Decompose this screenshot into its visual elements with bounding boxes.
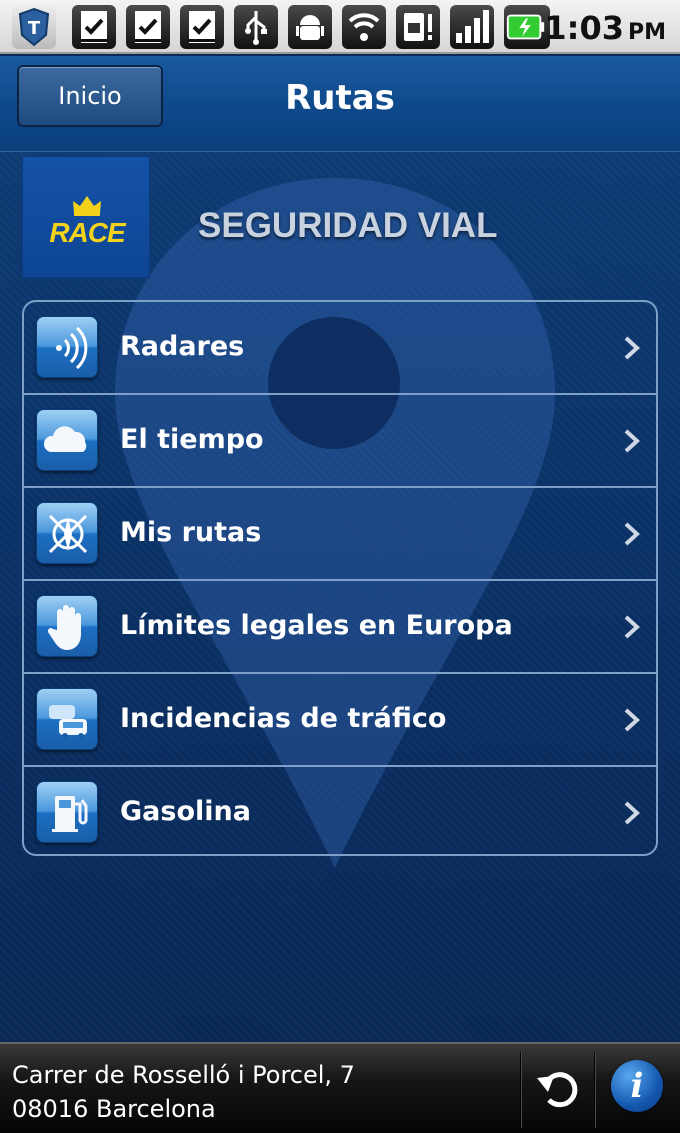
hand-icon <box>36 595 98 657</box>
radar-icon <box>36 316 98 378</box>
address-line-2: 08016 Barcelona <box>12 1095 216 1123</box>
shield-app-icon: T <box>12 5 56 49</box>
menu-item-radares[interactable]: Radares <box>24 302 656 395</box>
brand-title: SEGURIDAD VIAL <box>198 206 498 245</box>
info-button[interactable]: i <box>611 1060 663 1112</box>
menu-item-mis-rutas[interactable]: Mis rutas <box>24 488 656 581</box>
chevron-right-icon <box>624 801 640 825</box>
clock: 1:03 PM <box>544 6 666 50</box>
svg-text:T: T <box>28 18 41 39</box>
divider <box>594 1052 596 1128</box>
usb-icon <box>234 5 278 49</box>
crown-icon <box>73 196 101 216</box>
page-title: Rutas <box>285 78 395 118</box>
android-debug-icon <box>288 5 332 49</box>
cloud-icon <box>36 409 98 471</box>
traffic-icon <box>36 688 98 750</box>
chevron-right-icon <box>624 615 640 639</box>
race-logo: RACE <box>22 156 150 278</box>
checklist-icon <box>72 5 116 49</box>
menu-item-label: Incidencias de tráfico <box>120 703 447 734</box>
clock-ampm: PM <box>627 20 666 45</box>
menu-item-gasolina[interactable]: Gasolina <box>24 767 656 854</box>
signal-icon <box>450 5 494 49</box>
chevron-right-icon <box>624 336 640 360</box>
status-bar: T 1:03 PM <box>0 0 680 54</box>
menu-item-label: Mis rutas <box>120 517 262 548</box>
menu-item-label: Radares <box>120 331 245 362</box>
chevron-right-icon <box>624 429 640 453</box>
menu-item-el-tiempo[interactable]: El tiempo <box>24 395 656 488</box>
checklist-icon <box>126 5 170 49</box>
divider <box>520 1052 522 1128</box>
menu-item-label: Gasolina <box>120 796 251 827</box>
chevron-right-icon <box>624 522 640 546</box>
checklist-icon <box>180 5 224 49</box>
chevron-right-icon <box>624 708 640 732</box>
logo-text: RACE <box>49 217 125 248</box>
clock-time: 1:03 <box>544 9 624 47</box>
address-line-1: Carrer de Rosselló i Porcel, 7 <box>12 1061 355 1089</box>
sim-alert-icon <box>396 5 440 49</box>
location-footer: Carrer de Rosselló i Porcel, 7 08016 Bar… <box>0 1042 680 1133</box>
menu-item-limites-legales[interactable]: Límites legales en Europa <box>24 581 656 674</box>
refresh-icon[interactable] <box>532 1058 588 1120</box>
fuel-pump-icon <box>36 781 98 843</box>
menu-item-label: El tiempo <box>120 424 264 455</box>
menu-list: Radares El tiempo Mis rutas Límites lega… <box>22 300 658 856</box>
current-address: Carrer de Rosselló i Porcel, 7 08016 Bar… <box>12 1058 355 1126</box>
info-icon: i <box>630 1066 644 1106</box>
battery-charging-icon <box>504 5 550 49</box>
compass-icon <box>36 502 98 564</box>
menu-item-label: Límites legales en Europa <box>120 610 513 641</box>
menu-item-incidencias-trafico[interactable]: Incidencias de tráfico <box>24 674 656 767</box>
wifi-icon <box>342 5 386 49</box>
